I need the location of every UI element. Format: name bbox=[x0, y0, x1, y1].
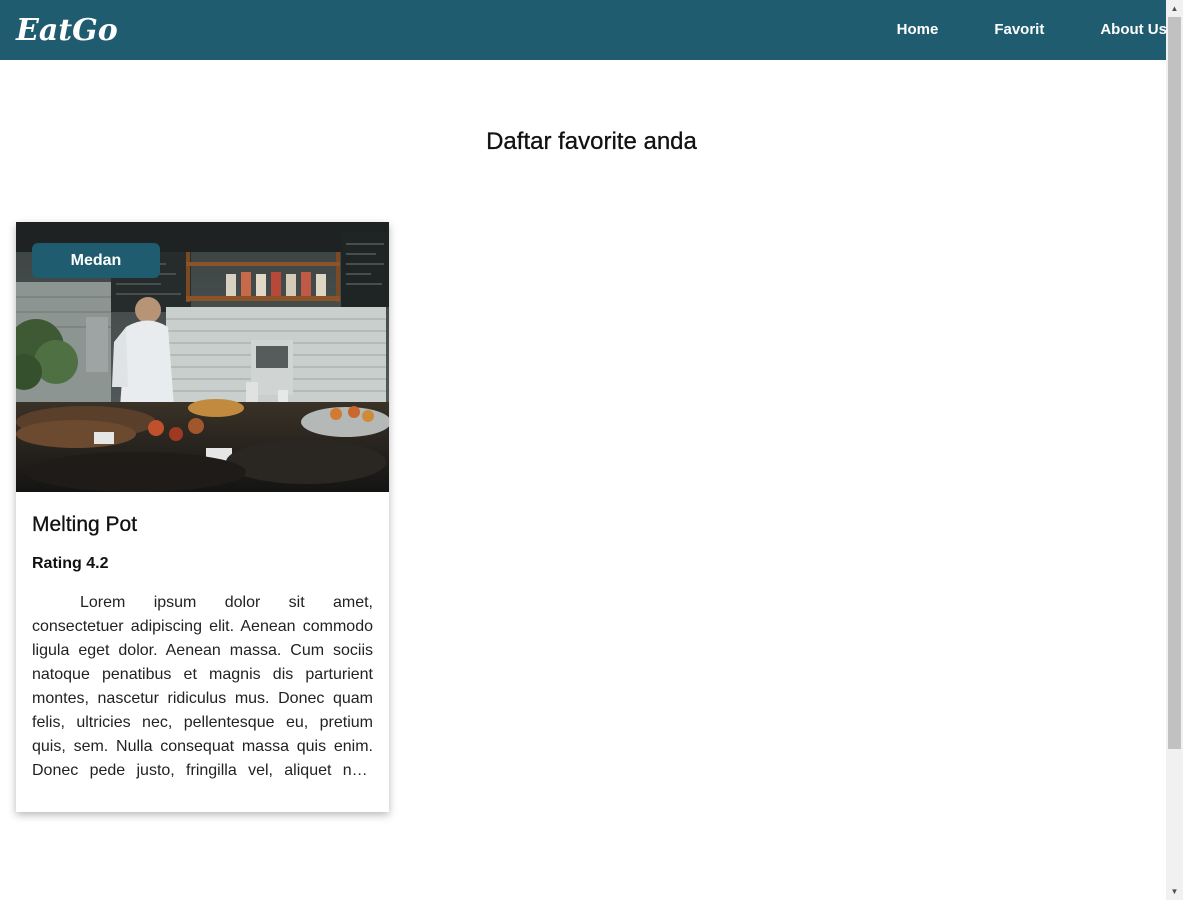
nav-link-favorit[interactable]: Favorit bbox=[994, 0, 1044, 60]
restaurant-description: Lorem ipsum dolor sit amet, consectetuer… bbox=[32, 594, 373, 779]
nav-link-about-us[interactable]: About Us bbox=[1100, 0, 1167, 60]
restaurant-card[interactable]: Medan Melting Pot Rating 4.2 Lorem ipsum… bbox=[16, 222, 389, 812]
page: EatGo Home Favorit About Us Daftar favor… bbox=[0, 0, 1183, 900]
restaurant-rating: Rating 4.2 bbox=[32, 555, 109, 572]
vertical-scrollbar[interactable]: ▲ ▼ bbox=[1166, 0, 1183, 900]
restaurant-name[interactable]: Melting Pot bbox=[32, 512, 373, 538]
scroll-up-icon[interactable]: ▲ bbox=[1166, 0, 1183, 17]
restaurant-image: Medan bbox=[16, 222, 389, 492]
page-title: Daftar favorite anda bbox=[486, 128, 697, 155]
scroll-down-icon[interactable]: ▼ bbox=[1166, 883, 1183, 900]
navbar: EatGo Home Favorit About Us bbox=[0, 0, 1183, 60]
scroll-thumb[interactable] bbox=[1168, 17, 1181, 749]
app-logo[interactable]: EatGo bbox=[16, 13, 118, 48]
city-badge: Medan bbox=[32, 243, 160, 278]
nav-menu: Home Favorit About Us bbox=[841, 0, 1167, 60]
card-body: Melting Pot Rating 4.2 Lorem ipsum dolor… bbox=[16, 512, 389, 783]
nav-link-home[interactable]: Home bbox=[897, 0, 939, 60]
